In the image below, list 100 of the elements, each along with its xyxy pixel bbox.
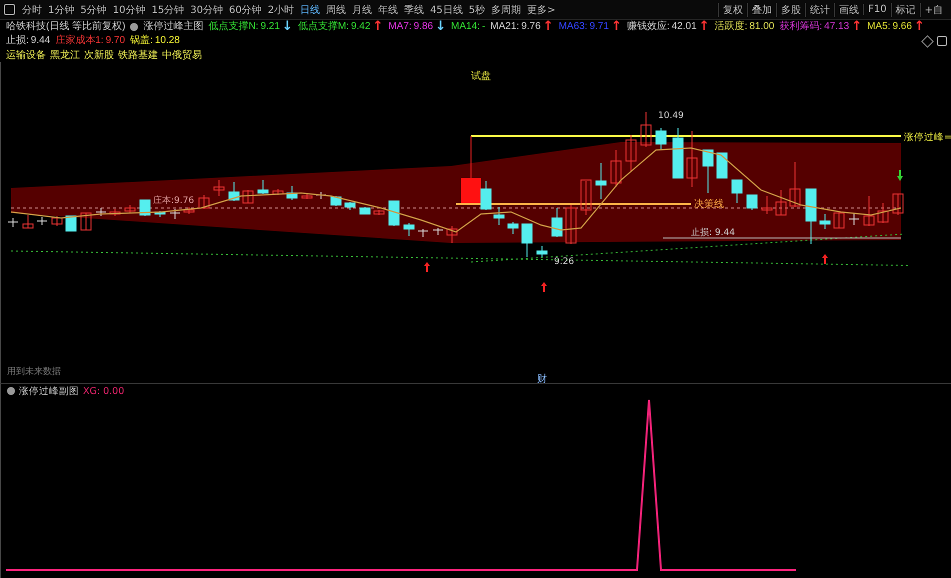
panel-toggle-icon[interactable] [4,4,15,15]
candlestick [170,208,180,220]
candlestick [762,196,772,214]
period-tab[interactable]: 月线 [349,2,376,16]
indicator-value: XG: 0.00 [83,386,124,396]
sector-tag[interactable]: 次新股 [84,48,114,62]
sector-tag[interactable]: 运输设备 [6,48,46,62]
period-tab[interactable]: 分时 [19,2,45,16]
candlestick [22,214,34,228]
candlestick [640,112,652,148]
sector-tag[interactable]: 中俄贸易 [162,48,202,62]
period-tab[interactable]: 季线 [401,2,428,16]
period-tab[interactable]: 1分钟 [45,2,78,16]
candlestick [746,194,758,210]
trend-arrow: ↑ [542,20,554,34]
buy-arrow-icon [822,254,828,264]
chart-label: 止损: 9.44 [691,228,735,238]
indicator-toggle-icon[interactable] [130,23,138,31]
trend-arrow: ↑ [610,20,622,34]
candlestick [580,180,592,216]
candlestick [214,180,224,196]
candlestick [892,194,904,216]
indicator-value: 9.71 [589,20,609,34]
indicator-label: MA21: [490,20,520,34]
toolbar-button[interactable]: 多股 [776,2,806,16]
indicator-value: 9.70 [106,34,126,48]
indicator-label: MA14: [451,20,480,34]
period-tab[interactable]: 5分钟 [77,2,110,16]
candlestick [864,196,874,226]
candlestick [360,206,370,214]
period-tab[interactable]: 60分钟 [226,2,265,16]
candlestick [96,208,106,216]
indicator-toggle-icon[interactable] [7,387,15,395]
toolbar-button[interactable]: +自 [920,2,947,16]
period-tab[interactable]: 5秒 [466,2,488,16]
candlestick [140,200,150,216]
candlestick [66,216,76,232]
indicator-value: 9.42 [350,20,370,34]
candlestick [610,150,622,188]
price-label: 10.49 [658,111,684,121]
indicator-value: - [482,20,486,34]
indicator-value: 9.44 [30,34,50,48]
candlestick [480,180,492,210]
indicator-value: 81.00 [749,20,774,34]
sector-tag[interactable]: 铁路基建 [118,48,158,62]
candlestick [596,162,606,200]
period-tab[interactable]: 周线 [323,2,350,16]
candlestick [110,208,120,216]
period-tab[interactable]: 15分钟 [148,2,188,16]
trend-arrow: ↓ [435,20,446,34]
candlestick [834,212,844,228]
trend-arrow: ↑ [372,20,384,34]
period-tab[interactable]: 更多> [524,2,559,16]
candlestick [258,180,268,194]
chart-label: 涨停过峰= [904,132,951,143]
toolbar-button[interactable]: 标记 [890,2,920,16]
finance-mark[interactable]: 财 [537,374,547,383]
candlestick [344,202,356,210]
indicator-label: 低点支撑M: [298,20,349,34]
window-icon[interactable] [937,36,947,46]
candlestick [286,186,298,200]
indicator-label: 庄家成本1: [55,34,104,48]
candlestick [272,188,284,196]
period-tab[interactable]: 年线 [375,2,402,16]
candlestick [566,204,576,244]
candlestick [228,182,240,202]
candlestick [878,202,888,224]
buy-arrow-icon [424,262,430,272]
period-tab[interactable]: 45日线 [427,2,466,16]
indicator-label: 赚钱效应: [626,20,670,34]
toolbar-button[interactable]: 叠加 [747,2,776,16]
trend-arrow: ↑ [698,20,710,34]
indicator-value: 10.28 [154,34,180,48]
candlestick [404,222,414,236]
candlestick [374,210,384,216]
chart-label: 庄本:9.76 [153,196,194,206]
indicator-label: MA63: [558,20,588,34]
period-tab[interactable]: 多周期 [488,2,524,16]
candlestick [820,214,830,230]
sell-arrow-icon [897,170,903,181]
indicator-value: 9.66 [892,20,912,34]
trend-arrow: ↑ [914,20,925,34]
candlestick [52,216,62,226]
candlestick [330,196,342,206]
candlestick [790,162,800,208]
candlestick [494,206,504,226]
chart-note: 用到未来数据 [7,367,61,377]
candlestick [432,228,444,236]
toolbar-button[interactable]: 复权 [718,2,748,16]
toolbar-button[interactable]: 统计 [805,2,834,16]
period-tab[interactable]: 2小时 [264,2,298,16]
toolbar-button[interactable]: 画线 [834,2,864,16]
toolbar-button[interactable]: F10 [863,4,891,15]
candlestick [672,128,684,178]
period-tab[interactable]: 10分钟 [110,2,148,16]
sector-tag[interactable]: 黑龙江 [50,48,80,62]
candlestick [552,208,562,238]
indicator-label: MA7: [388,20,412,34]
period-tab[interactable]: 日线 [297,2,324,16]
period-tab[interactable]: 30分钟 [187,2,226,16]
